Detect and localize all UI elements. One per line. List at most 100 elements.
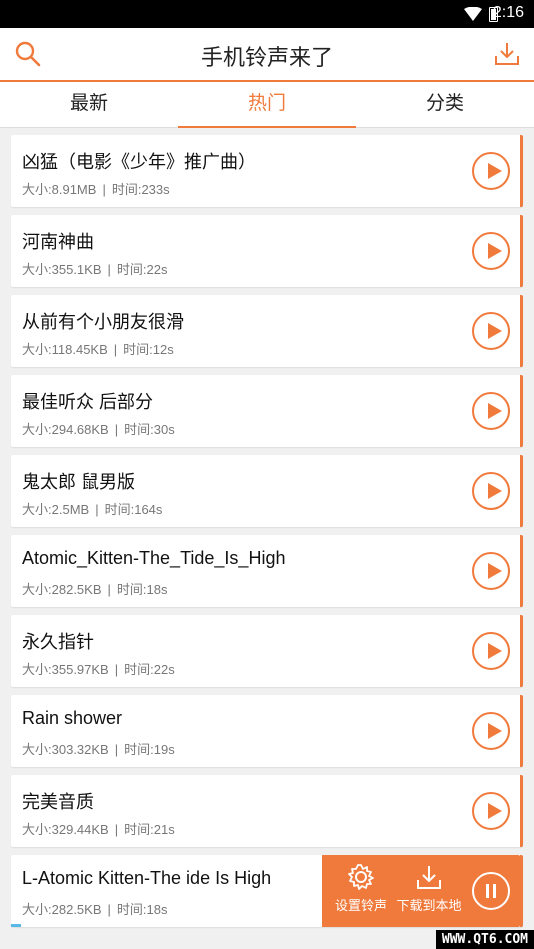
list-item[interactable]: 从前有个小朋友很滑大小:118.45KB | 时间:12s <box>11 295 523 367</box>
pause-button[interactable] <box>472 872 510 910</box>
download-local-label: 下载到本地 <box>396 898 462 913</box>
ringtone-meta: 大小:282.5KB | 时间:18s <box>22 579 167 598</box>
ringtone-size: 8.91MB <box>51 182 97 197</box>
list-item[interactable]: 河南神曲 大小:355.1KB | 时间:22s <box>11 215 523 287</box>
divider: | <box>102 182 106 197</box>
size-prefix: 大小: <box>22 502 52 517</box>
ringtone-name: Atomic_Kitten-The_Tide_Is_High <box>22 548 286 568</box>
ringtone-name: 凶猛（电影《少年》推广曲） <box>22 152 256 172</box>
play-button[interactable] <box>472 152 510 190</box>
gear-icon <box>348 864 374 890</box>
ringtone-meta: 大小:8.91MB | 时间:233s <box>22 179 170 198</box>
list-item[interactable]: 完美音质大小:329.44KB | 时间:21s <box>11 775 523 847</box>
divider: | <box>114 742 119 757</box>
ringtone-duration: 22s <box>153 662 175 677</box>
ringtone-size: 303.32KB <box>51 742 109 757</box>
download-icon <box>417 866 441 889</box>
size-prefix: 大小: <box>22 182 52 197</box>
ringtone-name: 鬼太郎 鼠男版 <box>22 472 136 492</box>
ringtone-size: 294.68KB <box>51 422 109 437</box>
divider: | <box>114 822 119 837</box>
ringtone-name: 从前有个小朋友很滑 <box>22 312 184 332</box>
time-prefix: 时间: <box>116 262 147 277</box>
divider: | <box>114 422 119 437</box>
play-button[interactable] <box>472 312 510 350</box>
clock: 2:16 <box>492 4 524 21</box>
ringtone-size: 282.5KB <box>51 582 102 597</box>
ringtone-duration: 233s <box>141 182 170 197</box>
tab-category[interactable]: 分类 <box>356 82 534 127</box>
tab-latest[interactable]: 最新 <box>0 82 178 127</box>
ringtone-name: 最佳听众 后部分 <box>22 392 154 412</box>
size-prefix: 大小: <box>22 342 52 357</box>
size-prefix: 大小: <box>22 582 52 597</box>
ringtone-size: 329.44KB <box>51 822 109 837</box>
time-prefix: 时间: <box>124 822 154 837</box>
time-prefix: 时间: <box>123 342 153 357</box>
ringtone-size: 282.5KB <box>51 902 102 917</box>
set-ringtone-label: 设置铃声 <box>334 898 387 913</box>
ringtone-duration: 22s <box>146 262 168 277</box>
ringtone-duration: 30s <box>153 422 175 437</box>
divider: | <box>107 582 111 597</box>
divider: | <box>95 502 99 517</box>
ringtone-meta: 大小:355.1KB | 时间:22s <box>22 259 167 278</box>
download-local-button[interactable]: 下载到本地 <box>394 863 464 914</box>
list-item[interactable]: Rain shower 大小:303.32KB | 时间:19s <box>11 695 523 767</box>
play-button[interactable] <box>472 712 510 750</box>
size-prefix: 大小: <box>22 902 52 917</box>
set-ringtone-button[interactable]: 设置铃声 <box>326 863 396 914</box>
size-prefix: 大小: <box>22 262 52 277</box>
ringtone-meta: 大小:118.45KB | 时间:12s <box>22 339 174 358</box>
divider: | <box>107 902 111 917</box>
divider: | <box>107 262 111 277</box>
list-item[interactable]: Atomic_Kitten-The_Tide_Is_High 大小:282.5KB… <box>11 535 523 607</box>
tab-bar: 最新 热门 分类 <box>0 82 534 128</box>
ringtone-duration: 18s <box>146 582 168 597</box>
play-button[interactable] <box>472 232 510 270</box>
download-icon[interactable] <box>494 40 520 68</box>
playback-actions: 设置铃声 下载到本地 <box>322 855 520 927</box>
play-button[interactable] <box>472 632 510 670</box>
ringtone-size: 355.1KB <box>51 262 102 277</box>
divider: | <box>113 342 118 357</box>
ringtone-duration: 18s <box>146 902 168 917</box>
play-button[interactable] <box>472 552 510 590</box>
size-prefix: 大小: <box>22 662 52 677</box>
ringtone-size: 118.45KB <box>51 342 108 357</box>
page-title: 手机铃声来了 <box>200 45 333 70</box>
ringtone-name: L-Atomic Kitten-The ide Is High <box>22 868 272 888</box>
list-item[interactable]: 最佳听众 后部分 大小:294.68KB | 时间:30s <box>11 375 523 447</box>
ringtone-list: 凶猛（电影《少年》推广曲） 大小:8.91MB | 时间:233s 河南神曲 大小:355… <box>11 135 523 935</box>
size-prefix: 大小: <box>22 742 52 757</box>
ringtone-duration: 164s <box>134 502 163 517</box>
play-button[interactable] <box>472 472 510 510</box>
play-button[interactable] <box>472 792 510 830</box>
ringtone-duration: 12s <box>152 342 174 357</box>
list-item[interactable]: 凶猛（电影《少年》推广曲） 大小:8.91MB | 时间:233s <box>11 135 523 207</box>
size-prefix: 大小: <box>22 822 52 837</box>
play-button[interactable] <box>472 392 510 430</box>
time-prefix: 时间: <box>111 182 142 197</box>
playback-progress-bar <box>11 924 22 927</box>
status-bar: 2:16 <box>0 0 534 28</box>
wifi-icon <box>464 7 482 21</box>
tab-hot[interactable]: 热门 <box>178 82 356 128</box>
ringtone-meta: 大小:282.5KB | 时间:18s <box>22 899 167 918</box>
time-prefix: 时间: <box>124 742 154 757</box>
ringtone-duration: 21s <box>153 822 175 837</box>
ringtone-meta: 大小:294.68KB | 时间:30s <box>22 419 175 438</box>
ringtone-meta: 大小:329.44KB | 时间:21s <box>22 819 175 838</box>
list-item[interactable]: L-Atomic Kitten-The ide Is High 大小:282.5K… <box>11 855 523 927</box>
time-prefix: 时间: <box>116 902 147 917</box>
size-prefix: 大小: <box>22 422 52 437</box>
ringtone-name: 完美音质 <box>22 792 94 812</box>
time-prefix: 时间: <box>104 502 135 517</box>
divider: | <box>114 662 119 677</box>
list-item[interactable]: 鬼太郎 鼠男版 大小:2.5MB | 时间:164s <box>11 455 523 527</box>
time-prefix: 时间: <box>116 582 147 597</box>
list-item[interactable]: 永久指针 大小:355.97KB | 时间:22s <box>11 615 523 687</box>
ringtone-duration: 19s <box>153 742 175 757</box>
ringtone-meta: 大小:303.32KB | 时间:19s <box>22 739 175 758</box>
watermark: WWW.QT6.COM <box>435 930 534 949</box>
